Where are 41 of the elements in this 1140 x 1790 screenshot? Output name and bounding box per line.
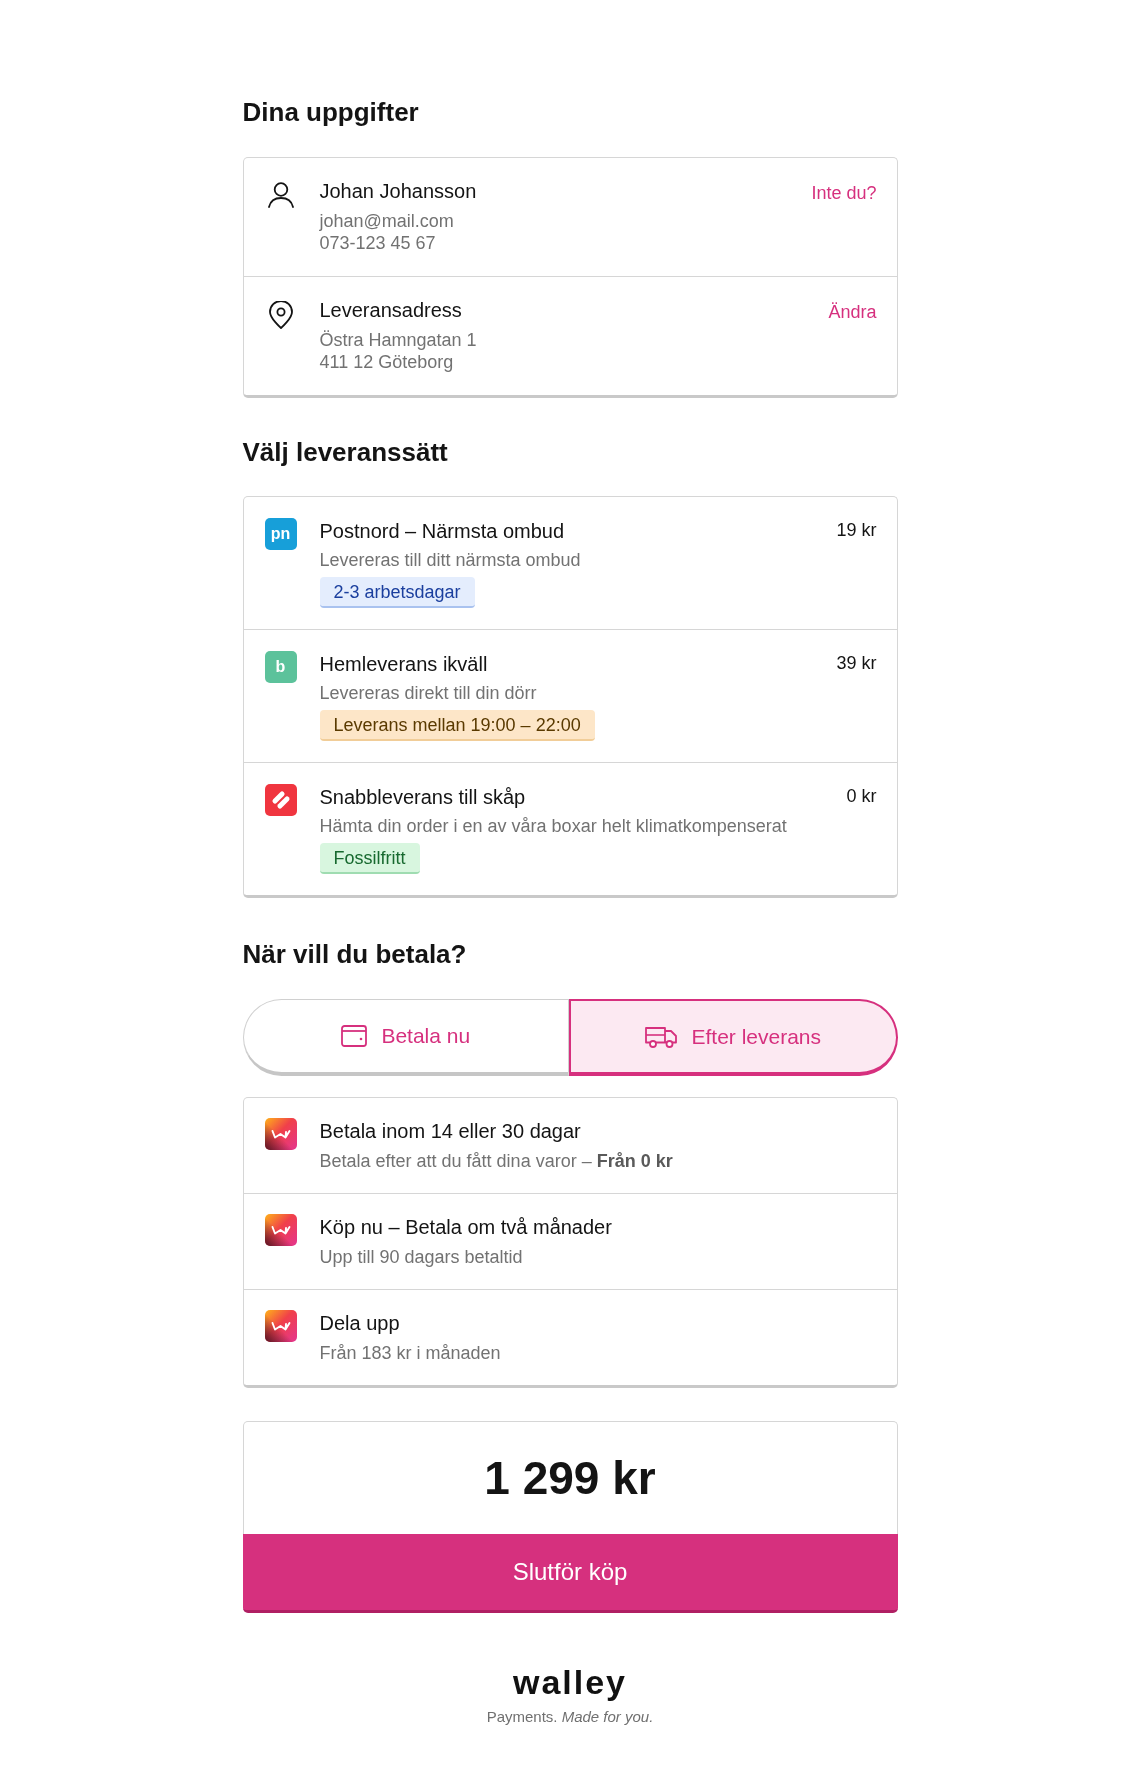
brand-logo: walley [512,1665,628,1699]
section-heading: Dina uppgifter [242,96,420,128]
section-heading: När vill du betala? [242,938,468,970]
location-pin-icon [268,301,293,329]
delivery-tag: Leverans mellan 19:00 – 22:00 [319,710,595,741]
truck-icon [645,1025,678,1048]
option-price: 0 kr [846,785,877,807]
option-price: 19 kr [836,519,877,541]
detail-title: Leveransadress [319,298,463,323]
option-title: Dela upp [319,1311,401,1336]
payment-tab[interactable]: Betala nu [242,999,569,1076]
option-description: Levereras direkt till din dörr [319,682,538,704]
action-link[interactable]: Inte du? [811,182,877,204]
option-title: Hemleverans ikväll [319,652,488,677]
detail-line: 073-123 45 67 [319,232,437,254]
person-icon [267,182,294,208]
tagline: Payments. Made for you. [486,1707,654,1727]
delivery-tag: Fossilfritt [319,843,420,874]
section-heading: Välj leveranssätt [242,436,449,468]
option-description: Upp till 90 dagars betaltid [319,1246,524,1268]
carrier-logo: b [264,651,297,683]
checkout-button[interactable]: Slutför köp [242,1534,898,1613]
wallet-icon [341,1025,368,1047]
option-description: Levereras till ditt närmsta ombud [319,549,582,571]
option-title: Köp nu – Betala om två månader [319,1215,613,1240]
detail-title: Johan Johansson [319,179,478,204]
carrier-logo: pn [264,518,297,550]
option-title: Snabbleverans till skåp [319,785,526,810]
total-amount: 1 299 kr [484,1452,656,1504]
detail-line: Östra Hamngatan 1 [319,329,478,351]
option-description: Betala efter att du fått dina varor – Från 0 kr [319,1150,674,1172]
delivery-tag: 2-3 arbetsdagar [319,577,475,608]
action-link[interactable]: Ändra [828,301,877,323]
option-description: Hämta din order i en av våra boxar helt klimatkompenserat [319,815,788,837]
detail-line: 411 12 Göteborg [319,351,455,373]
detail-line: johan@mail.com [319,210,455,232]
option-price: 39 kr [836,652,877,674]
payment-tab[interactable]: Efter leverans [569,999,898,1076]
option-title: Postnord – Närmsta ombud [319,519,565,544]
option-description: Från 183 kr i månaden [319,1342,502,1364]
option-title: Betala inom 14 eller 30 dagar [319,1119,582,1144]
